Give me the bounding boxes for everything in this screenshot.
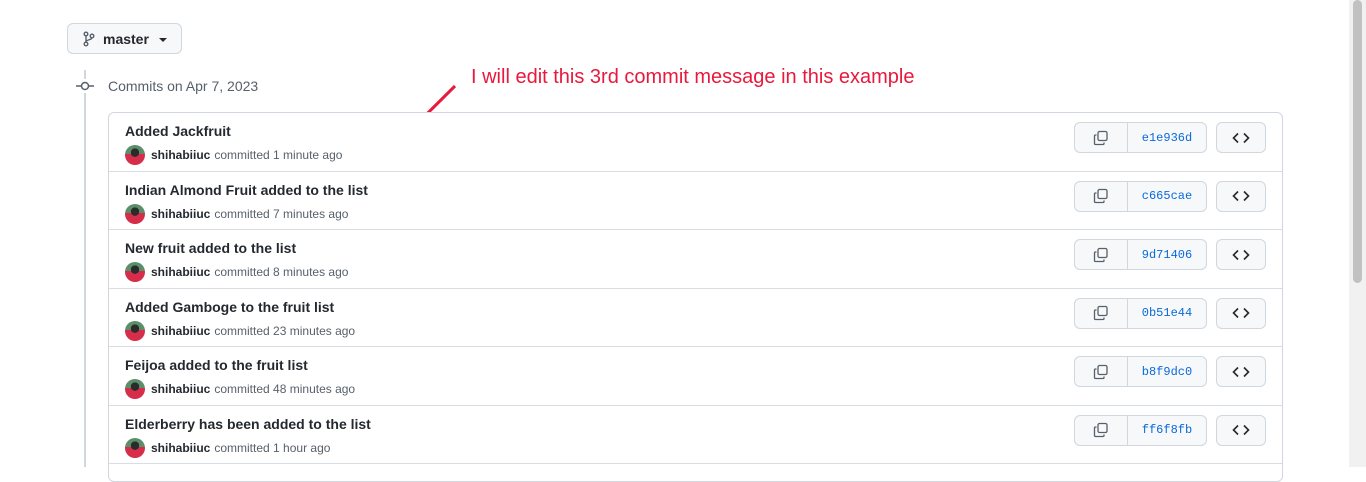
commit-meta: shihabiiuc committed 23 minutes ago	[125, 320, 356, 341]
commit-meta: shihabiiuc committed 48 minutes ago	[125, 379, 355, 399]
commit-title-link[interactable]: Added Jackfruit	[125, 123, 231, 139]
commit-time: 48 minutes ago	[273, 382, 356, 396]
commit-time: 23 minutes ago	[273, 323, 356, 338]
commit-actions: c665cae	[1074, 180, 1266, 212]
branch-select-button[interactable]: master	[67, 23, 182, 54]
author-link[interactable]: shihabiiuc	[151, 207, 210, 221]
copy-icon	[1093, 188, 1108, 204]
commit-action: committed	[214, 148, 270, 162]
commit-actions: ff6f8fb	[1074, 414, 1266, 446]
commit-sha-link[interactable]: ff6f8fb	[1128, 416, 1206, 445]
copy-sha-button[interactable]	[1075, 123, 1128, 152]
commit-action: committed	[214, 382, 270, 396]
avatar[interactable]	[125, 203, 145, 224]
author-link[interactable]: shihabiiuc	[151, 324, 210, 338]
browse-repo-button[interactable]	[1216, 122, 1266, 153]
copy-icon	[1093, 305, 1108, 321]
code-icon	[1232, 424, 1250, 436]
browse-repo-button[interactable]	[1216, 356, 1266, 387]
commit-actions: 9d71406	[1074, 239, 1266, 270]
commit-row: New fruit added to the list shihabiiuc c…	[109, 230, 1282, 289]
copy-icon	[1093, 130, 1108, 145]
sha-button-group: ff6f8fb	[1074, 414, 1207, 446]
branch-name: master	[103, 30, 149, 47]
commit-meta: shihabiiuc committed 1 hour ago	[125, 437, 331, 458]
commit-sha-link[interactable]: e1e936d	[1128, 123, 1206, 152]
code-icon	[1232, 249, 1250, 260]
copy-icon	[1093, 247, 1108, 262]
commit-actions: e1e936d	[1074, 122, 1266, 153]
scrollbar-thumb[interactable]	[1353, 0, 1362, 283]
avatar[interactable]	[125, 379, 145, 399]
commit-action: committed	[214, 323, 270, 338]
timeline-line	[84, 70, 86, 467]
commit-title-link[interactable]: New fruit added to the list	[125, 240, 296, 256]
commit-action: committed	[214, 206, 270, 221]
author-link[interactable]: shihabiiuc	[151, 382, 210, 396]
code-icon	[1232, 366, 1250, 377]
commit-title-link[interactable]: Feijoa added to the fruit list	[125, 357, 308, 373]
commit-sha-link[interactable]: c665cae	[1128, 182, 1206, 211]
commit-time: 8 minutes ago	[273, 265, 349, 279]
browse-repo-button[interactable]	[1216, 414, 1266, 446]
copy-sha-button[interactable]	[1075, 181, 1128, 211]
code-icon	[1232, 132, 1250, 143]
commit-time: 1 minute ago	[273, 148, 343, 162]
code-icon	[1232, 307, 1250, 319]
sha-button-group: c665cae	[1074, 180, 1207, 212]
browse-repo-button[interactable]	[1216, 180, 1266, 212]
commit-title-link[interactable]: Added Gamboge to the fruit list	[125, 299, 334, 315]
commit-actions: 0b51e44	[1074, 297, 1266, 329]
commit-time: 7 minutes ago	[273, 206, 349, 221]
author-link[interactable]: shihabiiuc	[151, 265, 210, 279]
code-icon	[1232, 190, 1250, 202]
commit-meta: shihabiiuc committed 1 minute ago	[125, 145, 342, 165]
commit-meta: shihabiiuc committed 7 minutes ago	[125, 203, 349, 224]
commit-node-icon	[76, 79, 94, 93]
copy-sha-button[interactable]	[1075, 357, 1128, 386]
commit-row: Added Jackfruit shihabiiuc committed 1 m…	[109, 113, 1282, 172]
copy-sha-button[interactable]	[1075, 298, 1128, 328]
annotation-text: I will edit this 3rd commit message in t…	[471, 66, 915, 88]
commit-sha-link[interactable]: 9d71406	[1128, 240, 1206, 269]
copy-sha-button[interactable]	[1075, 240, 1128, 269]
author-link[interactable]: shihabiiuc	[151, 441, 210, 455]
commit-time: 1 hour ago	[273, 440, 331, 455]
caret-down-icon	[158, 37, 167, 42]
commit-row: Indian Almond Fruit added to the list sh…	[109, 172, 1282, 230]
browse-repo-button[interactable]	[1216, 297, 1266, 329]
sha-button-group: b8f9dc0	[1074, 356, 1207, 387]
commit-meta: shihabiiuc committed 8 minutes ago	[125, 262, 348, 282]
commit-row: Added Gamboge to the fruit list shihabii…	[109, 289, 1282, 347]
commit-action: committed	[214, 265, 270, 279]
commit-sha-link[interactable]: 0b51e44	[1128, 299, 1206, 328]
avatar[interactable]	[125, 145, 145, 165]
commit-title-link[interactable]: Elderberry has been added to the list	[125, 416, 371, 432]
commit-date-heading: Commits on Apr 7, 2023	[108, 78, 259, 94]
avatar[interactable]	[125, 262, 145, 282]
commit-row: Feijoa added to the fruit list shihabiiu…	[109, 347, 1282, 406]
commit-actions: b8f9dc0	[1074, 356, 1266, 387]
commit-sha-link[interactable]: b8f9dc0	[1128, 357, 1206, 386]
commit-list: Added Jackfruit shihabiiuc committed 1 m…	[108, 112, 1283, 482]
commit-title-link[interactable]: Indian Almond Fruit added to the list	[125, 182, 368, 198]
commit-action: committed	[214, 440, 270, 455]
avatar[interactable]	[125, 437, 145, 458]
sha-button-group: 9d71406	[1074, 239, 1207, 270]
commit-row: Elderberry has been added to the list sh…	[109, 406, 1282, 464]
browse-repo-button[interactable]	[1216, 239, 1266, 270]
git-branch-icon	[83, 31, 95, 47]
avatar[interactable]	[125, 320, 145, 341]
author-link[interactable]: shihabiiuc	[151, 148, 210, 162]
sha-button-group: e1e936d	[1074, 122, 1207, 153]
sha-button-group: 0b51e44	[1074, 297, 1207, 329]
copy-icon	[1093, 422, 1108, 438]
copy-icon	[1093, 364, 1108, 379]
copy-sha-button[interactable]	[1075, 415, 1128, 445]
